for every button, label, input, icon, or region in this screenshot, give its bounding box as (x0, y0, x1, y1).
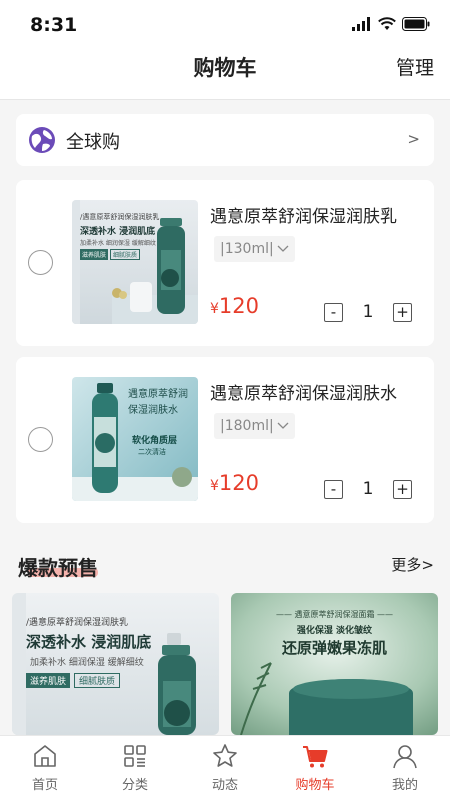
tab-label: 我的 (391, 778, 418, 793)
quantity-stepper: - 1 + (324, 302, 412, 322)
image-headline: 保湿润肤水 (128, 405, 178, 416)
presale-title: 爆款预售 (18, 556, 98, 580)
increase-button[interactable]: + (393, 302, 412, 322)
spec-label: |130ml| (220, 241, 274, 257)
quantity-value: 1 (362, 479, 374, 499)
status-bar: 8:31 (0, 0, 450, 44)
product-image[interactable]: 遇意原萃舒润 保湿润肤水 软化角质层 二次清洁 (72, 377, 198, 501)
battery-icon (402, 17, 430, 31)
decrease-button[interactable]: - (324, 479, 343, 499)
globe-icon (29, 127, 55, 153)
image-caption: /遇意原萃舒润保湿润肤乳 (80, 213, 160, 221)
presale-card[interactable]: —— 遇意原萃舒润保湿面霜 —— 强化保湿 淡化皱纹 还原弹嫩果冻肌 (231, 593, 438, 735)
image-subline: 加柔补水 细润保湿 缓解细纹 (80, 240, 156, 247)
tab-label: 动态 (211, 778, 238, 793)
promo-tag: 细腻肤质 (74, 673, 121, 688)
promo-caption: /遇意原萃舒润保湿润肤乳 (26, 618, 129, 628)
spec-label: |180ml| (220, 418, 274, 434)
spec-selector[interactable]: |130ml| (214, 236, 295, 262)
image-subline: 软化角质层 (132, 436, 178, 446)
currency-symbol: ¥ (210, 478, 219, 494)
tab-label: 购物车 (295, 778, 335, 793)
select-radio[interactable] (28, 250, 53, 275)
image-tags: 滋养肌肤 细腻肤质 (80, 249, 141, 260)
tab-label: 首页 (31, 778, 58, 793)
global-shopping-row[interactable]: 全球购 > (16, 114, 434, 166)
promo-subline: 加柔补水 细润保湿 缓解细纹 (30, 658, 144, 668)
tab-home[interactable]: 首页 (0, 736, 90, 800)
presale-card[interactable]: /遇意原萃舒润保湿润肤乳 深透补水 浸润肌底 加柔补水 细润保湿 缓解细纹 滋养… (12, 593, 219, 735)
image-headline: 深透补水 浸润肌底 (80, 227, 156, 237)
currency-symbol: ¥ (210, 301, 219, 317)
status-icons (352, 17, 430, 31)
global-shopping-label: 全球购 (66, 132, 120, 153)
page-title: 购物车 (193, 56, 257, 80)
signal-icon (352, 17, 370, 31)
promo-tag: 滋养肌肤 (26, 673, 71, 688)
manage-button[interactable]: 管理 (396, 53, 434, 80)
home-icon (34, 745, 56, 767)
wifi-icon (378, 17, 396, 30)
tab-cart[interactable]: 购物车 (270, 736, 360, 800)
product-price: ¥120 (210, 471, 259, 495)
profile-icon (393, 745, 417, 769)
promo-subline: 强化保湿 淡化皱纹 (296, 626, 373, 636)
more-link[interactable]: 更多> (391, 554, 434, 575)
product-image[interactable]: /遇意原萃舒润保湿润肤乳 深透补水 浸润肌底 加柔补水 细润保湿 缓解细纹 滋养… (72, 200, 198, 324)
category-icon (124, 745, 146, 767)
promo-headline: 还原弹嫩果冻肌 (281, 639, 387, 657)
image-caption: 遇意原萃舒润 (128, 389, 188, 400)
select-radio[interactable] (28, 427, 53, 452)
tab-category[interactable]: 分类 (90, 736, 180, 800)
chevron-down-icon (277, 422, 289, 429)
status-time: 8:31 (30, 14, 78, 36)
promo-headline: 深透补水 浸润肌底 (26, 633, 152, 651)
decrease-button[interactable]: - (324, 302, 343, 322)
spec-selector[interactable]: |180ml| (214, 413, 295, 439)
product-name[interactable]: 遇意原萃舒润保湿润肤水 (210, 379, 397, 404)
tab-bar: 首页 分类 动态 购物车 我的 (0, 735, 450, 800)
image-tag: 二次清洁 (138, 448, 166, 456)
price-value: 120 (218, 471, 260, 495)
promo-tags: 滋养肌肤 细腻肤质 (26, 673, 121, 688)
chevron-down-icon (277, 245, 289, 252)
quantity-stepper: - 1 + (324, 479, 412, 499)
quantity-value: 1 (362, 302, 374, 322)
cart-item: 遇意原萃舒润 保湿润肤水 软化角质层 二次清洁 遇意原萃舒润保湿润肤水 |180… (16, 357, 434, 523)
promo-caption: —— 遇意原萃舒润保湿面霜 —— (275, 610, 394, 619)
nav-bar: 购物车 管理 (0, 44, 450, 100)
chevron-right-icon: > (407, 130, 420, 148)
product-name[interactable]: 遇意原萃舒润保湿润肤乳 (210, 202, 397, 227)
product-price: ¥120 (210, 294, 259, 318)
cart-icon (303, 746, 328, 768)
price-value: 120 (218, 294, 260, 318)
image-tag: 滋养肌肤 (80, 249, 109, 260)
tab-label: 分类 (121, 778, 148, 793)
star-icon (213, 744, 237, 767)
increase-button[interactable]: + (393, 479, 412, 499)
tab-profile[interactable]: 我的 (360, 736, 450, 800)
image-tag: 细腻肤质 (110, 249, 141, 260)
tab-dynamics[interactable]: 动态 (180, 736, 270, 800)
cart-item: /遇意原萃舒润保湿润肤乳 深透补水 浸润肌底 加柔补水 细润保湿 缓解细纹 滋养… (16, 180, 434, 346)
